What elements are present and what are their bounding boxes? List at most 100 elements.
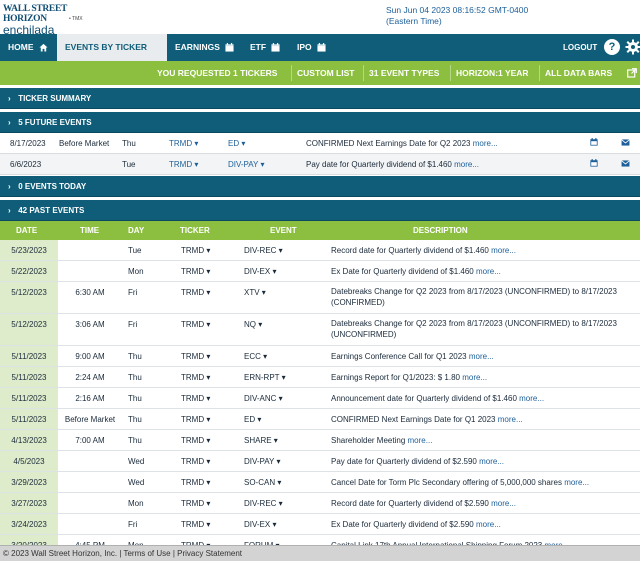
event-type-dropdown[interactable]: DIV-ANC ▾ — [244, 388, 283, 409]
event-type-dropdown[interactable]: SHARE ▾ — [244, 430, 278, 451]
horizon-button[interactable]: HORIZON:1 YEAR — [456, 61, 529, 85]
all-data-bars-button[interactable]: ALL DATA BARS — [545, 61, 612, 85]
col-event[interactable]: EVENT — [270, 221, 297, 240]
external-link-icon[interactable] — [627, 68, 637, 78]
event-description-text: CONFIRMED Next Earnings Date for Q2 2023 — [306, 139, 471, 148]
nav-ipo[interactable]: IPO — [289, 34, 334, 61]
event-type-dropdown[interactable]: DIV-REC ▾ — [244, 240, 283, 261]
event-description: Datebreaks Change for Q2 2023 from 8/17/… — [331, 286, 631, 308]
event-type-dropdown[interactable]: NQ ▾ — [244, 314, 262, 336]
event-type-dropdown[interactable]: XTV ▾ — [244, 282, 266, 304]
event-day: Thu — [128, 352, 142, 361]
event-description: CONFIRMED Next Earnings Date for Q1 2023… — [331, 414, 631, 425]
event-time: 2:16 AM — [75, 394, 105, 403]
chevron-right-icon: › — [8, 94, 11, 103]
gear-icon[interactable] — [625, 39, 640, 55]
event-description-text: Pay date for Quarterly dividend of $1.46… — [306, 160, 452, 169]
event-type-dropdown[interactable]: SO-CAN ▾ — [244, 472, 281, 493]
nav-home[interactable]: HOME — [0, 34, 56, 61]
col-day[interactable]: DAY — [128, 221, 144, 240]
more-link[interactable]: more... — [479, 457, 504, 466]
event-type-dropdown[interactable]: DIV-EX ▾ — [244, 514, 276, 535]
event-types-button[interactable]: 31 EVENT TYPES — [369, 61, 439, 85]
ticker-dropdown[interactable]: TRMD ▾ — [181, 472, 210, 493]
ticker-dropdown[interactable]: TRMD ▾ — [181, 409, 210, 430]
event-description-text: Datebreaks Change for Q2 2023 from 8/17/… — [331, 319, 617, 339]
ticker-dropdown[interactable]: TRMD ▾ — [181, 451, 210, 472]
more-link[interactable]: more... — [564, 478, 589, 487]
section-ticker-summary[interactable]: › TICKER SUMMARY — [0, 88, 640, 109]
chevron-down-icon: › — [8, 118, 11, 127]
nav-etf[interactable]: ETF — [242, 34, 288, 61]
custom-list-button[interactable]: CUSTOM LIST — [297, 61, 354, 85]
event-type-dropdown[interactable]: DIV-PAY ▾ — [244, 451, 280, 472]
wall-street-horizon-logo[interactable]: WALL STREET HORIZON enchilada • TMX — [3, 4, 103, 37]
event-type-dropdown[interactable]: DIV-PAY ▾ — [228, 154, 264, 175]
more-link[interactable]: more... — [454, 160, 479, 169]
ticker-dropdown[interactable]: TRMD ▾ — [181, 514, 210, 535]
ticker-dropdown[interactable]: TRMD ▾ — [169, 133, 198, 154]
ticker-dropdown[interactable]: TRMD ▾ — [181, 346, 210, 367]
event-type-dropdown[interactable]: ED ▾ — [228, 133, 245, 154]
col-ticker[interactable]: TICKER — [180, 221, 210, 240]
event-description-text: Datebreaks Change for Q2 2023 from 8/17/… — [331, 287, 617, 307]
ticker-dropdown[interactable]: TRMD ▾ — [181, 430, 210, 451]
ticker-dropdown[interactable]: TRMD ▾ — [181, 240, 210, 261]
past-events-header: DATE TIME DAY TICKER EVENT DESCRIPTION — [0, 221, 640, 240]
past-event-row: 5/11/2023 Before Market Thu TRMD ▾ ED ▾ CONFI… — [0, 409, 640, 430]
more-link[interactable]: more... — [491, 246, 516, 255]
col-time[interactable]: TIME — [80, 221, 99, 240]
more-link[interactable]: more... — [469, 352, 494, 361]
email-icon[interactable] — [621, 154, 630, 175]
more-link[interactable]: more... — [473, 139, 498, 148]
home-icon — [39, 44, 48, 52]
help-button[interactable]: ? — [604, 39, 620, 55]
nav-earnings[interactable]: EARNINGS — [167, 34, 242, 61]
section-events-today-label: 0 EVENTS TODAY — [18, 182, 87, 191]
more-link[interactable]: more... — [519, 394, 544, 403]
more-link[interactable]: more... — [476, 267, 501, 276]
event-description: CONFIRMED Next Earnings Date for Q2 2023… — [306, 133, 498, 154]
event-type-dropdown[interactable]: ED ▾ — [244, 409, 261, 430]
col-description[interactable]: DESCRIPTION — [413, 221, 468, 240]
separator — [539, 65, 540, 81]
calendar-icon[interactable] — [590, 133, 598, 154]
more-link[interactable]: more... — [462, 373, 487, 382]
logout-button[interactable]: LOGOUT — [555, 34, 605, 61]
more-link[interactable]: more... — [408, 436, 433, 445]
event-type-dropdown[interactable]: ERN-RPT ▾ — [244, 367, 286, 388]
section-future-events[interactable]: › 5 FUTURE EVENTS — [0, 112, 640, 133]
nav-events-by-ticker-label: EVENTS BY TICKER — [65, 42, 148, 52]
section-past-events[interactable]: › 42 PAST EVENTS — [0, 200, 640, 221]
ticker-dropdown[interactable]: TRMD ▾ — [181, 367, 210, 388]
event-type-dropdown[interactable]: DIV-REC ▾ — [244, 493, 283, 514]
datetime-line2: (Eastern Time) — [386, 16, 442, 26]
email-icon[interactable] — [621, 133, 630, 154]
section-events-today[interactable]: › 0 EVENTS TODAY — [0, 176, 640, 197]
calendar-icon[interactable] — [590, 154, 598, 175]
event-description: Shareholder Meeting more... — [331, 435, 631, 446]
col-date[interactable]: DATE — [16, 221, 37, 240]
event-day: Mon — [128, 267, 144, 276]
event-type-dropdown[interactable]: ECC ▾ — [244, 346, 267, 367]
ticker-dropdown[interactable]: TRMD ▾ — [181, 493, 210, 514]
more-link[interactable]: more... — [491, 499, 516, 508]
more-link[interactable]: more... — [476, 520, 501, 529]
ticker-dropdown[interactable]: TRMD ▾ — [169, 154, 198, 175]
ticker-dropdown[interactable]: TRMD ▾ — [181, 261, 210, 282]
nav-events-by-ticker[interactable]: EVENTS BY TICKER — [57, 34, 167, 80]
event-day: Tue — [128, 246, 142, 255]
ticker-dropdown[interactable]: TRMD ▾ — [181, 388, 210, 409]
past-event-row: 4/5/2023 Wed TRMD ▾ DIV-PAY ▾ Pay date for Q… — [0, 451, 640, 472]
ticker-dropdown[interactable]: TRMD ▾ — [181, 282, 210, 304]
event-type-dropdown[interactable]: DIV-EX ▾ — [244, 261, 276, 282]
event-day: Thu — [128, 373, 142, 382]
event-description-text: Record date for Quarterly dividend of $1… — [331, 246, 489, 255]
tickers-requested[interactable]: YOU REQUESTED 1 TICKERS — [157, 61, 277, 85]
ticker-dropdown[interactable]: TRMD ▾ — [181, 314, 210, 336]
calendar-icon — [271, 43, 280, 52]
event-date: 5/12/2023 — [0, 314, 58, 345]
future-event-row: 6/6/2023 Tue TRMD ▾ DIV-PAY ▾ Pay date for Q… — [0, 154, 640, 175]
more-link[interactable]: more... — [498, 415, 523, 424]
event-date: 3/29/2023 — [0, 472, 58, 492]
